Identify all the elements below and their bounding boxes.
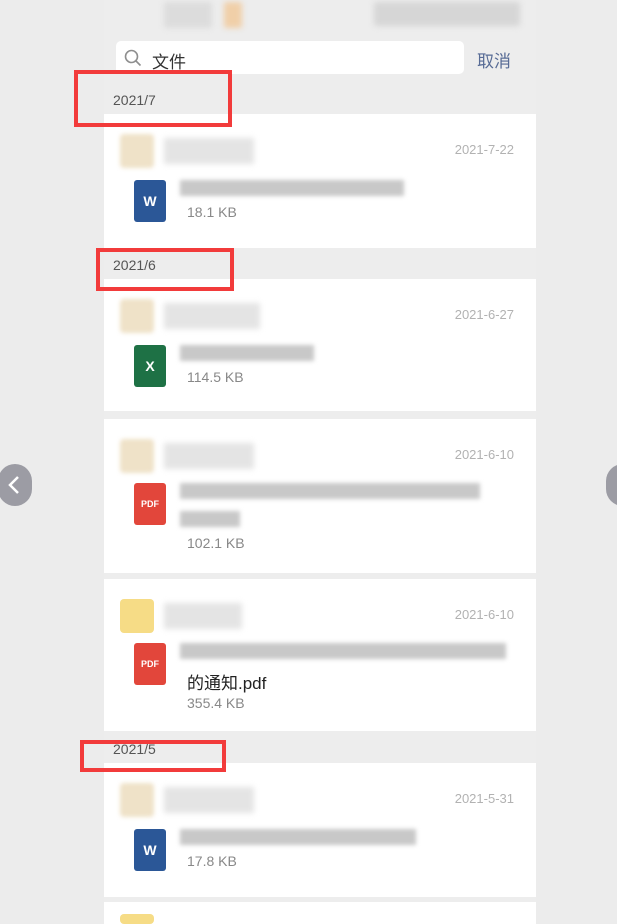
file-name-redacted [180,180,404,196]
search-icon [124,49,142,67]
file-date: 2021-6-27 [454,307,514,322]
file-size: 17.8 KB [187,853,237,869]
avatar [120,599,154,633]
avatar [120,134,154,168]
file-size: 355.4 KB [187,695,245,711]
file-item[interactable]: 2021-7-22 W 18.1 KB [104,114,536,248]
file-type-label: X [145,358,155,374]
file-date: 2021-6-10 [454,607,514,622]
file-item[interactable] [104,902,536,924]
avatar [120,439,154,473]
file-list-screen: 文件 取消 2021/7 2021-7-22 W 18.1 KB 2021/6 … [104,0,536,924]
file-name-redacted [180,345,314,361]
file-name-redacted [180,511,240,527]
file-name: 的通知.pdf [187,674,267,693]
file-size: 114.5 KB [187,369,244,385]
sender-name [164,303,260,329]
blurred-element [374,2,520,26]
sender-name [164,603,242,629]
word-file-icon: W [134,180,166,222]
file-item[interactable]: 2021-6-10 PDF 102.1 KB [104,419,536,573]
cancel-button[interactable]: 取消 [477,47,511,72]
avatar [120,783,154,817]
sender-name [164,138,254,164]
file-item[interactable]: 2021-6-27 X 114.5 KB [104,279,536,411]
chevron-left-icon [8,476,19,494]
file-name-redacted [180,829,416,845]
file-date: 2021-7-22 [454,142,514,157]
highlight-box [80,740,226,772]
pdf-file-icon: PDF [134,483,166,525]
status-bar [104,0,536,38]
pdf-file-icon: PDF [134,643,166,685]
highlight-box [96,248,234,291]
file-size: 18.1 KB [187,204,237,220]
avatar [120,914,154,924]
prev-arrow-button[interactable] [0,464,32,506]
excel-file-icon: X [134,345,166,387]
highlight-box [74,70,232,127]
file-size: 102.1 KB [187,535,245,551]
avatar [120,299,154,333]
file-name-redacted [180,483,480,499]
sender-name [164,443,254,469]
file-date: 2021-6-10 [454,447,514,462]
file-type-label: W [143,842,157,858]
file-date: 2021-5-31 [454,791,514,806]
file-item[interactable]: 2021-5-31 W 17.8 KB [104,763,536,897]
word-file-icon: W [134,829,166,871]
file-type-label: PDF [141,499,159,509]
file-item[interactable]: 2021-6-10 PDF 的通知.pdf 355.4 KB [104,579,536,731]
blurred-element [224,2,242,28]
file-type-label: W [143,193,157,209]
file-name-redacted [180,643,506,659]
sender-name [164,787,254,813]
next-arrow-button[interactable] [606,464,617,506]
blurred-element [164,2,212,28]
file-type-label: PDF [141,659,159,669]
